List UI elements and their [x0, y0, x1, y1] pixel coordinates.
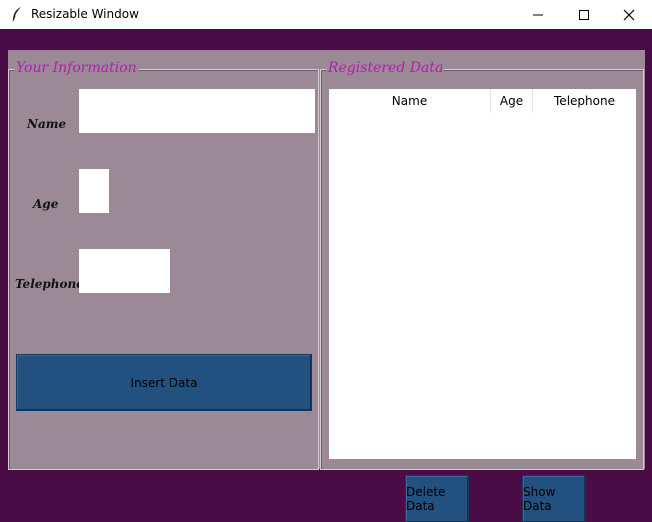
info-frame-title: Your Information	[15, 59, 138, 77]
telephone-label: Telephone	[15, 277, 84, 291]
maximize-icon	[579, 9, 589, 20]
column-header-age[interactable]: Age	[491, 89, 533, 113]
registered-data-title: Registered Data	[327, 59, 445, 77]
data-table[interactable]: Name Age Telephone	[329, 89, 636, 459]
close-icon	[623, 9, 635, 20]
minimize-icon	[533, 14, 543, 15]
age-field[interactable]	[79, 169, 109, 213]
feather-icon	[12, 7, 21, 22]
window-title: Resizable Window	[31, 7, 139, 21]
name-field[interactable]	[79, 89, 315, 133]
name-label: Name	[27, 117, 67, 131]
delete-data-button[interactable]: Delete Data	[405, 475, 469, 522]
maximize-button[interactable]	[561, 0, 607, 29]
telephone-field[interactable]	[79, 249, 170, 293]
column-header-telephone[interactable]: Telephone	[533, 89, 636, 113]
column-header-name[interactable]: Name	[329, 89, 491, 113]
insert-data-button[interactable]: Insert Data	[16, 354, 312, 411]
close-button[interactable]	[606, 0, 652, 29]
table-header: Name Age Telephone	[329, 89, 636, 113]
show-data-button[interactable]: Show Data	[522, 475, 586, 522]
minimize-button[interactable]	[515, 0, 561, 29]
age-label: Age	[33, 197, 59, 211]
title-bar: Resizable Window	[0, 0, 652, 29]
